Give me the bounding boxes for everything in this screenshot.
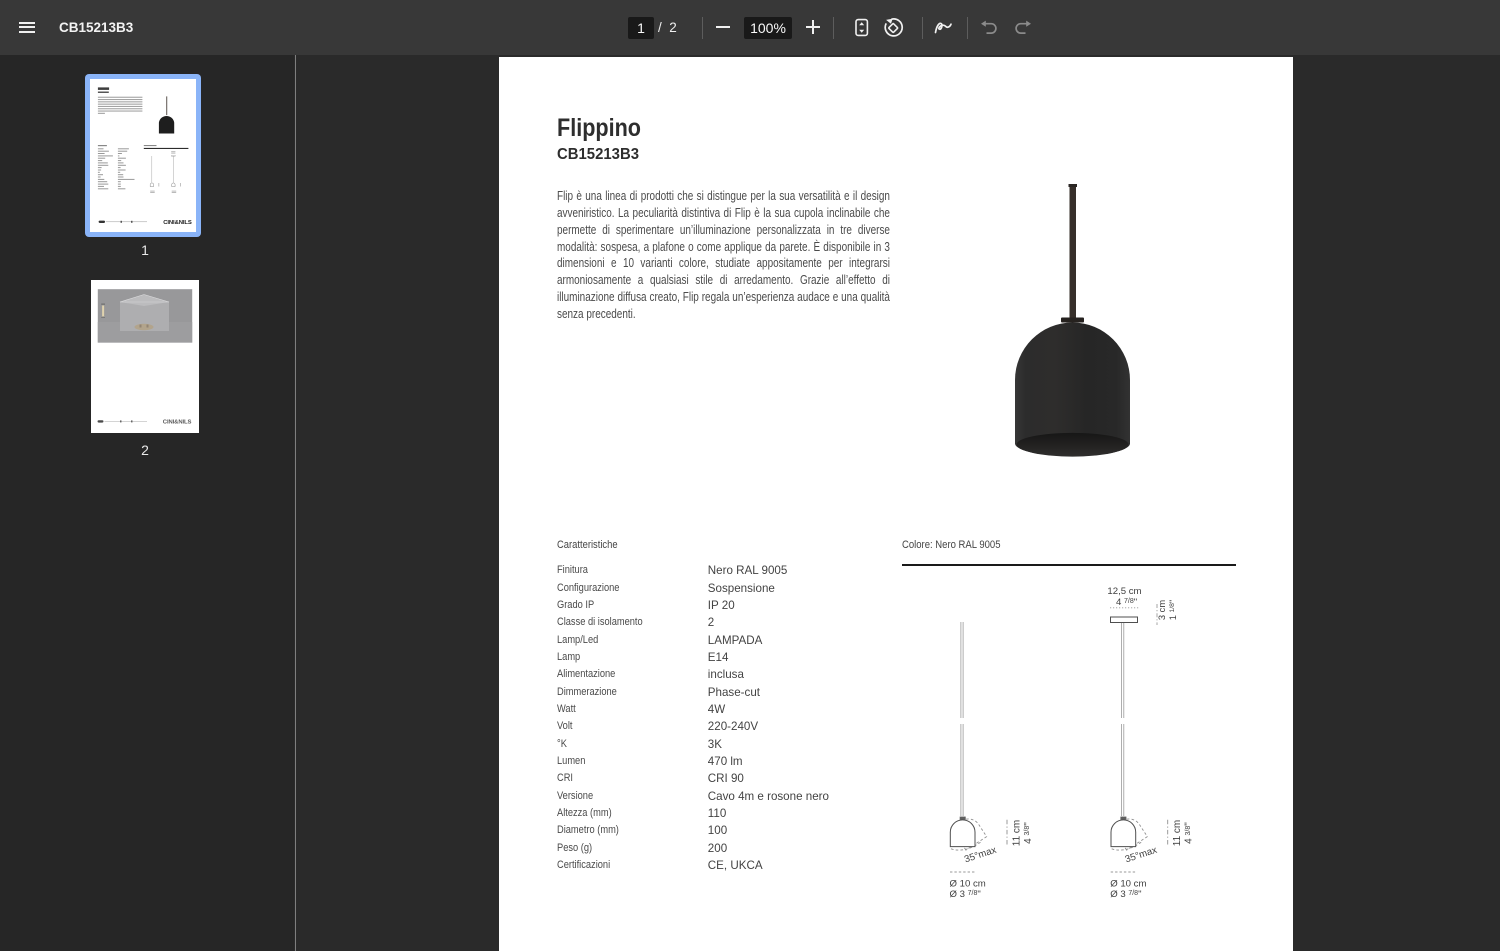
svg-text:4 3/8": 4 3/8" xyxy=(1023,822,1034,844)
svg-text:Ø 3 7/8": Ø 3 7/8" xyxy=(950,889,981,900)
svg-text:Ø 10 cm: Ø 10 cm xyxy=(950,879,986,890)
svg-text:12,5 cm: 12,5 cm xyxy=(1107,586,1141,597)
svg-text:35°max: 35°max xyxy=(963,845,998,866)
svg-text:3 cm: 3 cm xyxy=(1157,600,1167,620)
svg-text:CINI&NILS: CINI&NILS xyxy=(163,420,192,426)
svg-text:CINI&NILS: CINI&NILS xyxy=(163,220,192,226)
svg-text:11 cm: 11 cm xyxy=(1012,820,1023,847)
svg-text:1 1/8": 1 1/8" xyxy=(1168,600,1178,621)
svg-text:4 7/8": 4 7/8" xyxy=(1116,597,1137,608)
